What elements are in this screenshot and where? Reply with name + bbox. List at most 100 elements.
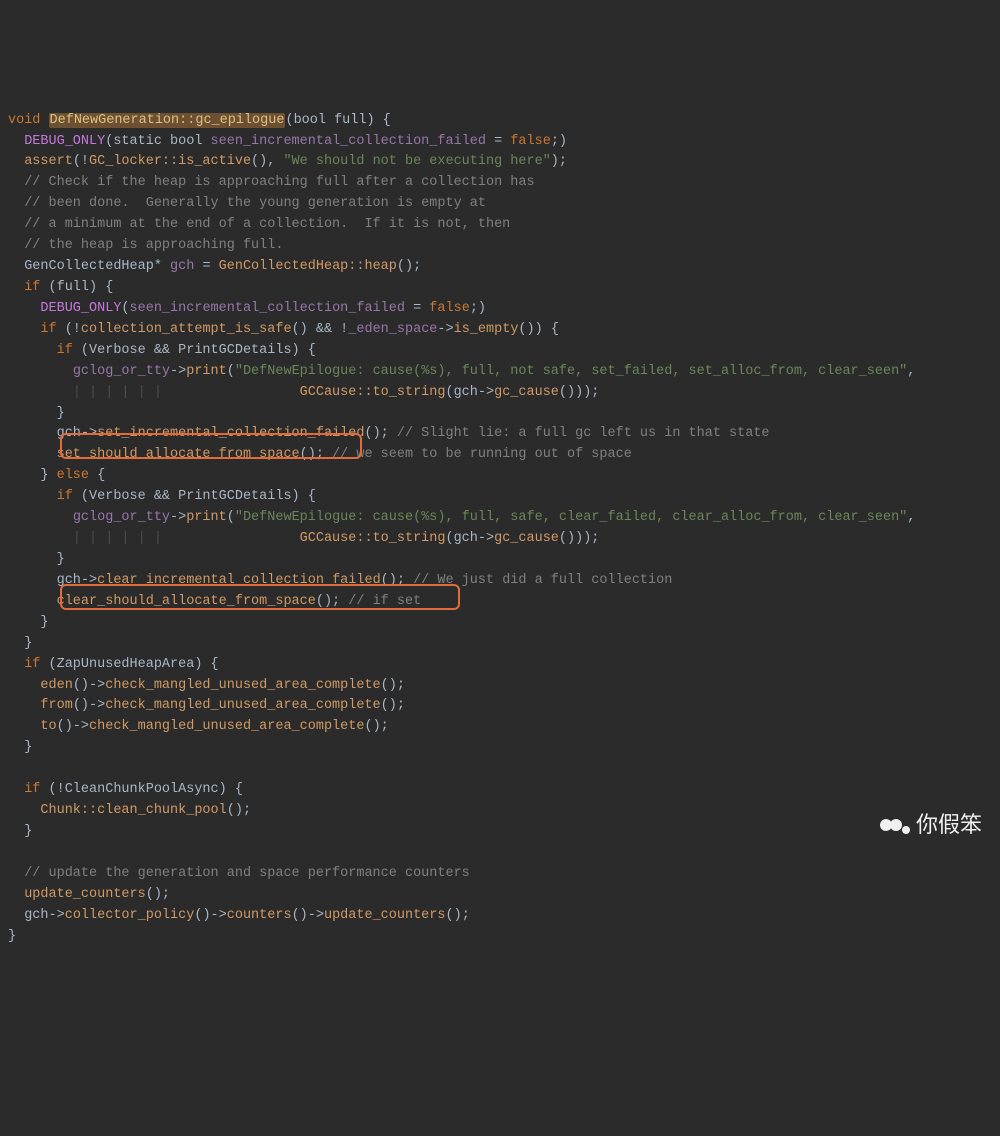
var: _eden_space bbox=[348, 322, 437, 337]
call-highlighted-2: clear_should_allocate_from_space bbox=[57, 594, 316, 609]
kw: if bbox=[57, 343, 73, 358]
t: (); bbox=[446, 908, 470, 923]
str: "We should not be executing here" bbox=[283, 154, 550, 169]
t: ())); bbox=[559, 531, 600, 546]
t: (); bbox=[364, 426, 396, 441]
t: ;) bbox=[470, 301, 486, 316]
call: check_mangled_unused_area_complete bbox=[105, 698, 380, 713]
kw: if bbox=[24, 280, 40, 295]
t: (! bbox=[57, 322, 81, 337]
t: (); bbox=[146, 887, 170, 902]
brace: } bbox=[24, 740, 32, 755]
call: counters bbox=[227, 908, 292, 923]
t: gch-> bbox=[24, 908, 65, 923]
t: (ZapUnusedHeapArea) { bbox=[40, 657, 218, 672]
comment: // the heap is approaching full. bbox=[24, 238, 283, 253]
t bbox=[170, 385, 300, 400]
t: (); bbox=[381, 678, 405, 693]
t: ()-> bbox=[57, 719, 89, 734]
t: ); bbox=[551, 154, 567, 169]
t: ()-> bbox=[292, 908, 324, 923]
t: (); bbox=[397, 259, 421, 274]
t: (); bbox=[300, 447, 332, 462]
t: ( bbox=[227, 364, 235, 379]
code-block: void DefNewGeneration::gc_epilogue(bool … bbox=[8, 90, 992, 990]
wechat-icon bbox=[880, 814, 908, 836]
bool: false bbox=[510, 134, 551, 149]
sig-params: (bool full) { bbox=[285, 113, 390, 128]
t: = bbox=[486, 134, 510, 149]
brace: } bbox=[8, 929, 16, 944]
call: collector_policy bbox=[65, 908, 195, 923]
comment: // Slight lie: a full gc left us in that… bbox=[397, 426, 770, 441]
t: , bbox=[907, 510, 915, 525]
str: "DefNewEpilogue: cause(%s), full, safe, … bbox=[235, 510, 907, 525]
brace: } bbox=[24, 824, 32, 839]
t: (); bbox=[381, 698, 405, 713]
call: Chunk::clean_chunk_pool bbox=[40, 803, 226, 818]
var: gclog_or_tty bbox=[73, 510, 170, 525]
watermark-text: 你假笨 bbox=[916, 808, 982, 842]
call: GenCollectedHeap::heap bbox=[219, 259, 397, 274]
t: (), bbox=[251, 154, 283, 169]
call: to bbox=[40, 719, 56, 734]
t: (static bool bbox=[105, 134, 210, 149]
call: GC_locker::is_active bbox=[89, 154, 251, 169]
t: ( bbox=[227, 510, 235, 525]
brace: } bbox=[24, 636, 32, 651]
kw: else bbox=[57, 468, 89, 483]
var: seen_incremental_collection_failed bbox=[211, 134, 486, 149]
kw: if bbox=[24, 782, 40, 797]
comment: // if set bbox=[348, 594, 421, 609]
indent: | | | | | | bbox=[73, 385, 170, 400]
t: (gch-> bbox=[445, 531, 494, 546]
t: ;) bbox=[551, 134, 567, 149]
call: print bbox=[186, 510, 227, 525]
call: set_incremental_collection_failed bbox=[97, 426, 364, 441]
t: (); bbox=[381, 573, 413, 588]
comment: // update the generation and space perfo… bbox=[24, 866, 470, 881]
kw: if bbox=[40, 322, 56, 337]
indent: | | | | | | bbox=[73, 531, 170, 546]
call: clear_incremental_collection_failed bbox=[97, 573, 381, 588]
str: "DefNewEpilogue: cause(%s), full, not sa… bbox=[235, 364, 907, 379]
call: check_mangled_unused_area_complete bbox=[105, 678, 380, 693]
call: update_counters bbox=[324, 908, 446, 923]
t: ()) { bbox=[518, 322, 559, 337]
t: (gch-> bbox=[445, 385, 494, 400]
kw: if bbox=[24, 657, 40, 672]
comment: // We just did a full collection bbox=[413, 573, 672, 588]
t: (); bbox=[364, 719, 388, 734]
t: () && ! bbox=[292, 322, 349, 337]
comment: // a minimum at the end of a collection.… bbox=[24, 217, 510, 232]
t: = bbox=[405, 301, 429, 316]
call: print bbox=[186, 364, 227, 379]
call: eden bbox=[40, 678, 72, 693]
kw-void: void bbox=[8, 113, 40, 128]
bool: false bbox=[429, 301, 470, 316]
watermark: 你假笨 bbox=[880, 808, 982, 842]
comment: // been done. Generally the young genera… bbox=[24, 196, 486, 211]
t: ())); bbox=[559, 385, 600, 400]
t: } bbox=[40, 468, 56, 483]
t: (full) { bbox=[40, 280, 113, 295]
t: gch-> bbox=[57, 426, 98, 441]
t: gch-> bbox=[57, 573, 98, 588]
call: from bbox=[40, 698, 72, 713]
call: GCCause::to_string bbox=[300, 531, 446, 546]
brace: } bbox=[57, 552, 65, 567]
t: (); bbox=[316, 594, 348, 609]
fn-name: DefNewGeneration::gc_epilogue bbox=[49, 113, 286, 128]
var: gch bbox=[170, 259, 194, 274]
call: check_mangled_unused_area_complete bbox=[89, 719, 364, 734]
comment: // we seem to be running out of space bbox=[332, 447, 632, 462]
call: is_empty bbox=[454, 322, 519, 337]
t: ()-> bbox=[73, 678, 105, 693]
t: = bbox=[194, 259, 218, 274]
t: { bbox=[89, 468, 105, 483]
kw: if bbox=[57, 489, 73, 504]
var: gclog_or_tty bbox=[73, 364, 170, 379]
call: update_counters bbox=[24, 887, 146, 902]
call: gc_cause bbox=[494, 531, 559, 546]
t: ( bbox=[121, 301, 129, 316]
